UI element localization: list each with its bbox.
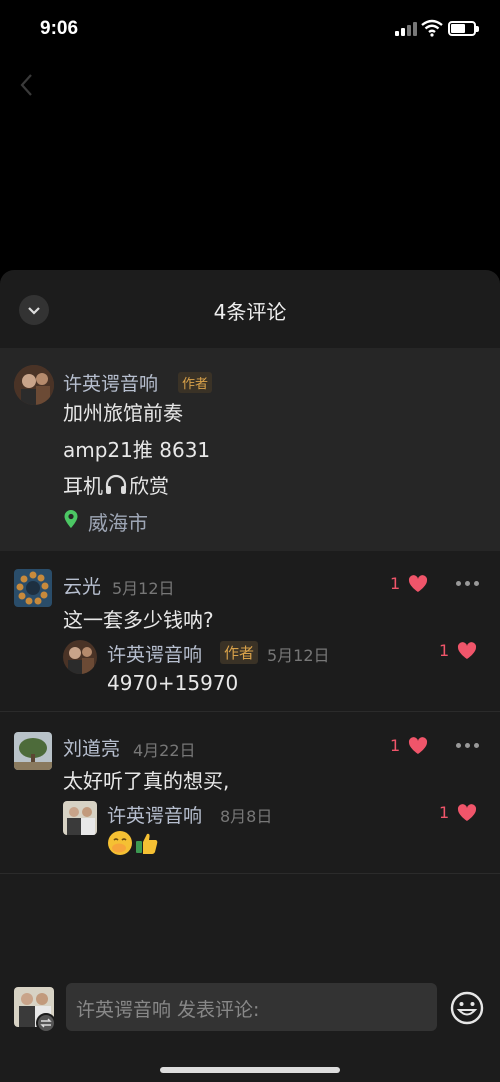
heart-icon[interactable] [457, 642, 477, 660]
battery-icon [448, 21, 479, 36]
reply-like-count: 1 [439, 803, 450, 822]
comment-text: 这一套多少钱呐? [63, 608, 214, 632]
switch-account-badge[interactable] [36, 1013, 56, 1033]
comments-count-title: 4条评论 [213, 300, 287, 324]
reply-date: 5月12日 [267, 646, 330, 665]
post-text-line-3: 耳机 欣赏 [63, 470, 169, 499]
heart-icon[interactable] [408, 575, 428, 593]
comment-like-count: 1 [390, 574, 401, 593]
swap-icon [40, 1018, 52, 1028]
commenter-avatar[interactable] [14, 732, 52, 770]
wifi-icon [421, 19, 443, 37]
reply-text: 4970+15970 [107, 671, 239, 695]
author-badge: 作者 [178, 372, 213, 393]
comment-input-placeholder: 许英谔音响 发表评论: [76, 999, 260, 1021]
reply-avatar[interactable] [63, 640, 97, 674]
reply-author-name[interactable]: 许英谔音响 [107, 640, 202, 667]
post-text-segment: 欣赏 [129, 474, 169, 498]
commenter-name[interactable]: 云光 [63, 572, 101, 599]
back-chevron-icon[interactable] [14, 70, 38, 100]
heart-icon[interactable] [408, 737, 428, 755]
headphones-icon [105, 474, 127, 494]
comment-text: 太好听了真的想买, [63, 769, 230, 793]
sheet-header: 4条评论 [0, 270, 500, 348]
comment-divider [0, 873, 500, 874]
comment-composer: 许英谔音响 发表评论: [0, 973, 500, 1082]
comment-divider [0, 711, 500, 712]
status-bar: 9:06 [0, 0, 500, 60]
post-author-name[interactable]: 许英谔音响 [63, 369, 158, 396]
comment-date: 5月12日 [112, 579, 175, 598]
status-time: 9:06 [40, 18, 79, 39]
reply-avatar[interactable] [63, 801, 97, 835]
post-card: 许英谔音响 作者 加州旅馆前奏 amp21推 8631 耳机 欣赏 威海市 [0, 348, 500, 551]
face-with-hand-over-mouth-emoji-icon [108, 831, 132, 855]
reply-date: 8月8日 [220, 807, 273, 826]
post-text-line-2: amp21推 8631 [63, 438, 211, 462]
post-location[interactable]: 威海市 [88, 507, 148, 536]
reply-like-count: 1 [439, 641, 450, 660]
author-badge: 作者 [220, 641, 259, 664]
reply-author-name[interactable]: 许英谔音响 [107, 801, 202, 828]
comment-like-count: 1 [390, 736, 401, 755]
post-text-segment: 耳机 [63, 474, 103, 498]
heart-icon[interactable] [457, 804, 477, 822]
post-text-line-1: 加州旅馆前奏 [63, 401, 183, 425]
home-indicator[interactable] [160, 1067, 340, 1073]
battery-fill [451, 24, 465, 33]
comments-sheet: 4条评论 许英谔音响 作者 加州旅馆前奏 amp21推 8631 耳机 欣赏 威… [0, 270, 500, 1082]
cellular-signal-icon [395, 22, 417, 36]
location-pin-icon [64, 510, 78, 528]
emoji-picker-icon[interactable] [449, 990, 485, 1026]
comment-date: 4月22日 [133, 741, 196, 760]
more-options-icon[interactable] [456, 581, 480, 587]
commenter-avatar[interactable] [14, 569, 52, 607]
commenter-name[interactable]: 刘道亮 [63, 734, 120, 761]
comment-input[interactable]: 许英谔音响 发表评论: [66, 983, 437, 1031]
more-options-icon[interactable] [456, 743, 480, 749]
thumbs-up-emoji-icon [136, 833, 158, 854]
author-avatar[interactable] [14, 365, 54, 405]
